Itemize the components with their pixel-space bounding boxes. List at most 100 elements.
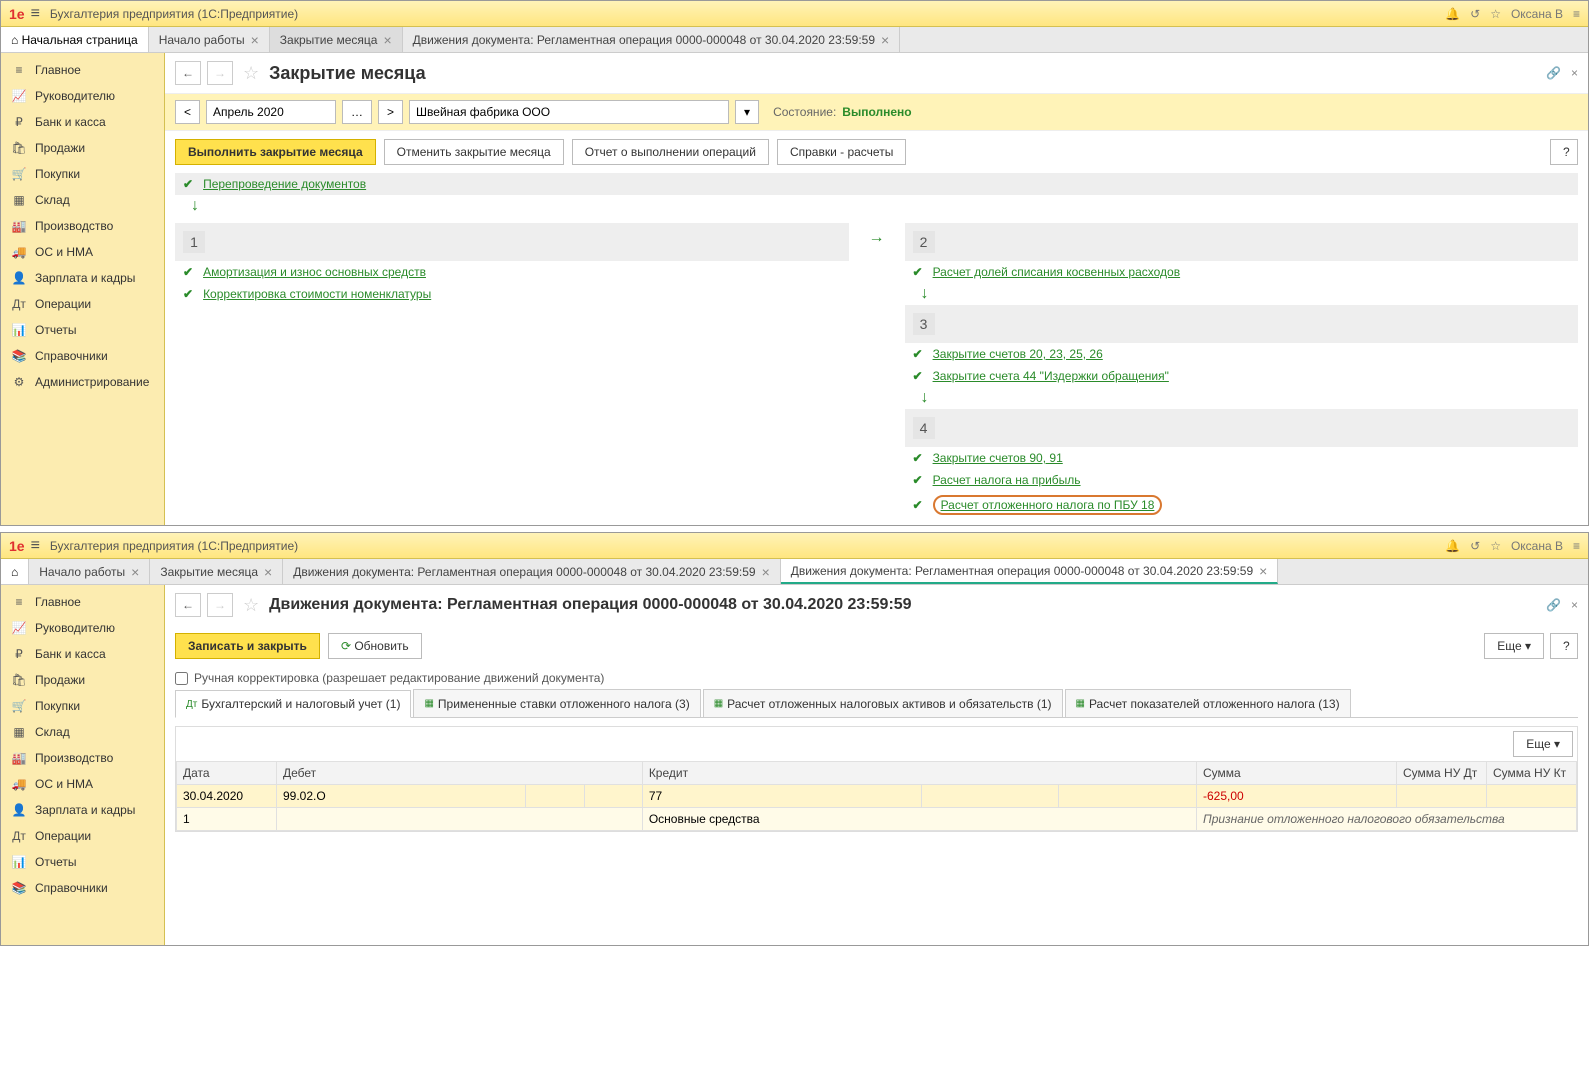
save-close-button[interactable]: Записать и закрыть [175, 633, 320, 659]
references-button[interactable]: Справки - расчеты [777, 139, 906, 165]
side-salary[interactable]: 👤Зарплата и кадры [1, 265, 164, 291]
close-icon[interactable]: × [383, 32, 391, 48]
side-assets[interactable]: 🚚ОС и НМА [1, 771, 164, 797]
tab-movements-1[interactable]: Движения документа: Регламентная операци… [283, 559, 781, 584]
forward-button[interactable]: → [207, 593, 233, 617]
side-purchases[interactable]: 🛒Покупки [1, 161, 164, 187]
history-icon[interactable]: ↺ [1470, 7, 1480, 21]
itab-assets[interactable]: ▦Расчет отложенных налоговых активов и о… [703, 689, 1063, 717]
side-warehouse[interactable]: ▦Склад [1, 187, 164, 213]
truck-icon: 🚚 [11, 245, 27, 259]
options-icon[interactable]: ≡ [1573, 7, 1580, 21]
star-icon[interactable]: ☆ [1490, 539, 1501, 553]
cell-credit: 77 [642, 785, 921, 808]
close-icon[interactable]: × [264, 564, 272, 580]
side-main[interactable]: ≡Главное [1, 589, 164, 615]
op-profit-tax[interactable]: Расчет налога на прибыль [933, 473, 1081, 487]
itab-indicators[interactable]: ▦Расчет показателей отложенного налога (… [1065, 689, 1351, 717]
op-reconduct[interactable]: Перепроведение документов [203, 177, 366, 191]
side-salary[interactable]: 👤Зарплата и кадры [1, 797, 164, 823]
menu-icon[interactable]: ≡ [31, 537, 40, 555]
back-button[interactable]: ← [175, 593, 201, 617]
side-purchases[interactable]: 🛒Покупки [1, 693, 164, 719]
refresh-button[interactable]: ⟳ Обновить [328, 633, 422, 659]
side-assets[interactable]: 🚚ОС и НМА [1, 239, 164, 265]
op-close-90[interactable]: Закрытие счетов 90, 91 [933, 451, 1063, 465]
org-dropdown-button[interactable]: ▾ [735, 100, 759, 124]
forward-button[interactable]: → [207, 61, 233, 85]
next-period-button[interactable]: > [378, 100, 403, 124]
user-label[interactable]: Оксана В [1511, 7, 1563, 21]
step-4: 4 [913, 417, 935, 439]
tab-close-month[interactable]: Закрытие месяца× [270, 27, 403, 52]
side-sales[interactable]: 🛍Продажи [1, 667, 164, 693]
tab-start[interactable]: Начало работы× [149, 27, 270, 52]
tab-close-month[interactable]: Закрытие месяца× [150, 559, 283, 584]
bell-icon[interactable]: 🔔 [1445, 7, 1460, 21]
options-icon[interactable]: ≡ [1573, 539, 1580, 553]
close-icon[interactable]: × [762, 564, 770, 580]
run-close-button[interactable]: Выполнить закрытие месяца [175, 139, 376, 165]
op-indirect-costs[interactable]: Расчет долей списания косвенных расходов [933, 265, 1181, 279]
side-main[interactable]: ≡Главное [1, 57, 164, 83]
organization-field[interactable]: Швейная фабрика ООО [409, 100, 729, 124]
more-button[interactable]: Еще ▾ [1484, 633, 1544, 659]
tab-start[interactable]: Начало работы× [29, 559, 150, 584]
postings-table[interactable]: Дата Дебет Кредит Сумма Сумма НУ Дт Сумм… [176, 761, 1577, 831]
itab-accounting[interactable]: ДтБухгалтерский и налоговый учет (1) [175, 690, 411, 718]
period-field[interactable]: Апрель 2020 [206, 100, 336, 124]
help-button[interactable]: ? [1550, 633, 1578, 659]
close-icon[interactable]: × [1259, 563, 1267, 579]
box-icon: ▦ [11, 193, 27, 207]
table-row[interactable]: 30.04.2020 99.02.О 77 -625,00 [177, 785, 1577, 808]
grid-more-button[interactable]: Еще ▾ [1513, 731, 1573, 757]
side-manager[interactable]: 📈Руководителю [1, 83, 164, 109]
side-sales[interactable]: 🛍Продажи [1, 135, 164, 161]
manual-edit-checkbox[interactable] [175, 672, 188, 685]
side-production[interactable]: 🏭Производство [1, 213, 164, 239]
help-button[interactable]: ? [1550, 139, 1578, 165]
close-icon[interactable]: × [881, 32, 889, 48]
side-warehouse[interactable]: ▦Склад [1, 719, 164, 745]
favorite-icon[interactable]: ☆ [243, 63, 259, 84]
link-icon[interactable]: 🔗 [1546, 66, 1561, 80]
bell-icon[interactable]: 🔔 [1445, 539, 1460, 553]
close-icon[interactable]: × [131, 564, 139, 580]
side-refs[interactable]: 📚Справочники [1, 343, 164, 369]
user-label[interactable]: Оксана В [1511, 539, 1563, 553]
tab-movements[interactable]: Движения документа: Регламентная операци… [403, 27, 901, 52]
itab-rates[interactable]: ▦Примененные ставки отложенного налога (… [413, 689, 700, 717]
side-reports[interactable]: 📊Отчеты [1, 317, 164, 343]
history-icon[interactable]: ↺ [1470, 539, 1480, 553]
side-operations[interactable]: ДтОперации [1, 291, 164, 317]
back-button[interactable]: ← [175, 61, 201, 85]
side-reports[interactable]: 📊Отчеты [1, 849, 164, 875]
op-amortization[interactable]: Амортизация и износ основных средств [203, 265, 426, 279]
home-tab[interactable]: ⌂ [1, 559, 29, 584]
table-row[interactable]: 1 Основные средства Признание отложенног… [177, 808, 1577, 831]
menu-icon[interactable]: ≡ [31, 5, 40, 23]
side-bank[interactable]: ₽Банк и касса [1, 641, 164, 667]
close-icon[interactable]: × [251, 32, 259, 48]
op-close-20[interactable]: Закрытие счетов 20, 23, 25, 26 [933, 347, 1103, 361]
side-refs[interactable]: 📚Справочники [1, 875, 164, 901]
side-operations[interactable]: ДтОперации [1, 823, 164, 849]
side-manager[interactable]: 📈Руководителю [1, 615, 164, 641]
side-bank[interactable]: ₽Банк и касса [1, 109, 164, 135]
op-deferred-tax[interactable]: Расчет отложенного налога по ПБУ 18 [941, 498, 1155, 512]
star-icon[interactable]: ☆ [1490, 7, 1501, 21]
side-production[interactable]: 🏭Производство [1, 745, 164, 771]
report-button[interactable]: Отчет о выполнении операций [572, 139, 769, 165]
period-picker-button[interactable]: … [342, 100, 372, 124]
close-page-icon[interactable]: × [1571, 66, 1578, 80]
op-close-44[interactable]: Закрытие счета 44 "Издержки обращения" [933, 369, 1169, 383]
op-cost-correction[interactable]: Корректировка стоимости номенклатуры [203, 287, 431, 301]
close-page-icon[interactable]: × [1571, 598, 1578, 612]
prev-period-button[interactable]: < [175, 100, 200, 124]
home-tab[interactable]: ⌂ Начальная страница [1, 27, 149, 52]
side-admin[interactable]: ⚙Администрирование [1, 369, 164, 395]
tab-movements-2[interactable]: Движения документа: Регламентная операци… [781, 559, 1279, 584]
link-icon[interactable]: 🔗 [1546, 598, 1561, 612]
cancel-close-button[interactable]: Отменить закрытие месяца [384, 139, 564, 165]
favorite-icon[interactable]: ☆ [243, 595, 259, 616]
